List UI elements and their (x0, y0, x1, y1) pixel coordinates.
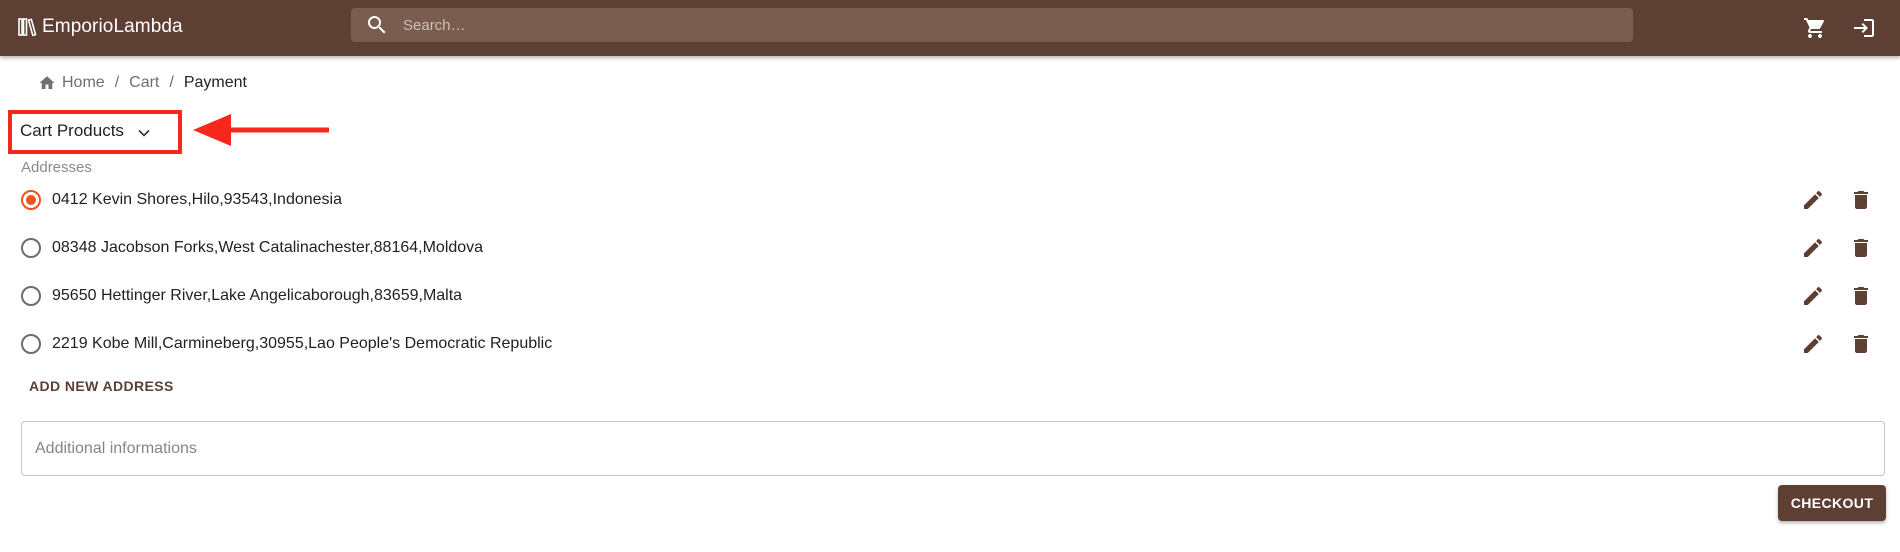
breadcrumb-cart[interactable]: Cart (129, 74, 159, 92)
checkout-button[interactable]: CHECKOUT (1778, 485, 1886, 521)
shopping-cart-icon (1803, 16, 1827, 40)
trash-icon (1849, 236, 1873, 260)
address-radio[interactable] (21, 238, 41, 258)
trash-icon (1849, 188, 1873, 212)
edit-address-button[interactable] (1799, 330, 1827, 358)
pencil-icon (1801, 332, 1825, 356)
pencil-icon (1801, 188, 1825, 212)
additional-info-field (21, 421, 1885, 476)
annotation-arrow (193, 114, 329, 146)
address-text[interactable]: 0412 Kevin Shores,Hilo,93543,Indonesia (52, 191, 342, 209)
cart-button[interactable] (1797, 10, 1833, 46)
breadcrumb-separator: / (169, 74, 174, 91)
breadcrumb-home-label: Home (62, 74, 105, 91)
search-bar (351, 8, 1633, 42)
brand-label: EmporioLambda (42, 16, 183, 37)
address-radio[interactable] (21, 286, 41, 306)
login-button[interactable] (1846, 10, 1882, 46)
address-text[interactable]: 95650 Hettinger River,Lake Angelicaborou… (52, 287, 462, 305)
address-row: 95650 Hettinger River,Lake Angelicaborou… (0, 272, 1900, 320)
delete-address-button[interactable] (1847, 330, 1875, 358)
breadcrumb-home[interactable]: Home (38, 74, 105, 92)
login-icon (1852, 16, 1876, 40)
address-row: 2219 Kobe Mill,Carmineberg,30955,Lao Peo… (0, 320, 1900, 368)
pencil-icon (1801, 236, 1825, 260)
breadcrumb-separator: / (114, 74, 120, 91)
address-radio[interactable] (21, 334, 41, 354)
address-radio[interactable] (21, 190, 41, 210)
trash-icon (1849, 332, 1873, 356)
cart-products-dropdown[interactable]: Cart Products (12, 110, 179, 152)
address-row: 08348 Jacobson Forks,West Catalinacheste… (0, 224, 1900, 272)
breadcrumb-payment: Payment (183, 74, 247, 91)
cart-products-label: Cart Products (20, 121, 124, 140)
chevron-down-icon (134, 123, 154, 143)
search-icon (365, 13, 389, 37)
delete-address-button[interactable] (1847, 234, 1875, 262)
brand[interactable]: EmporioLambda (16, 12, 183, 42)
address-text[interactable]: 2219 Kobe Mill,Carmineberg,30955,Lao Peo… (52, 335, 552, 353)
address-text[interactable]: 08348 Jacobson Forks,West Catalinacheste… (52, 239, 483, 257)
additional-info-input[interactable] (22, 422, 1884, 475)
delete-address-button[interactable] (1847, 186, 1875, 214)
add-new-address-button[interactable]: ADD NEW ADDRESS (29, 378, 174, 394)
edit-address-button[interactable] (1799, 282, 1827, 310)
address-row: 0412 Kevin Shores,Hilo,93543,Indonesia (0, 176, 1900, 224)
addresses-heading: Addresses (21, 159, 92, 176)
home-icon (38, 74, 56, 92)
search-input[interactable] (403, 8, 1633, 42)
breadcrumb: Home / Cart / Payment (38, 73, 247, 93)
trash-icon (1849, 284, 1873, 308)
edit-address-button[interactable] (1799, 234, 1827, 262)
app-bar: EmporioLambda (0, 0, 1900, 56)
edit-address-button[interactable] (1799, 186, 1827, 214)
delete-address-button[interactable] (1847, 282, 1875, 310)
library-books-icon (16, 15, 40, 39)
pencil-icon (1801, 284, 1825, 308)
